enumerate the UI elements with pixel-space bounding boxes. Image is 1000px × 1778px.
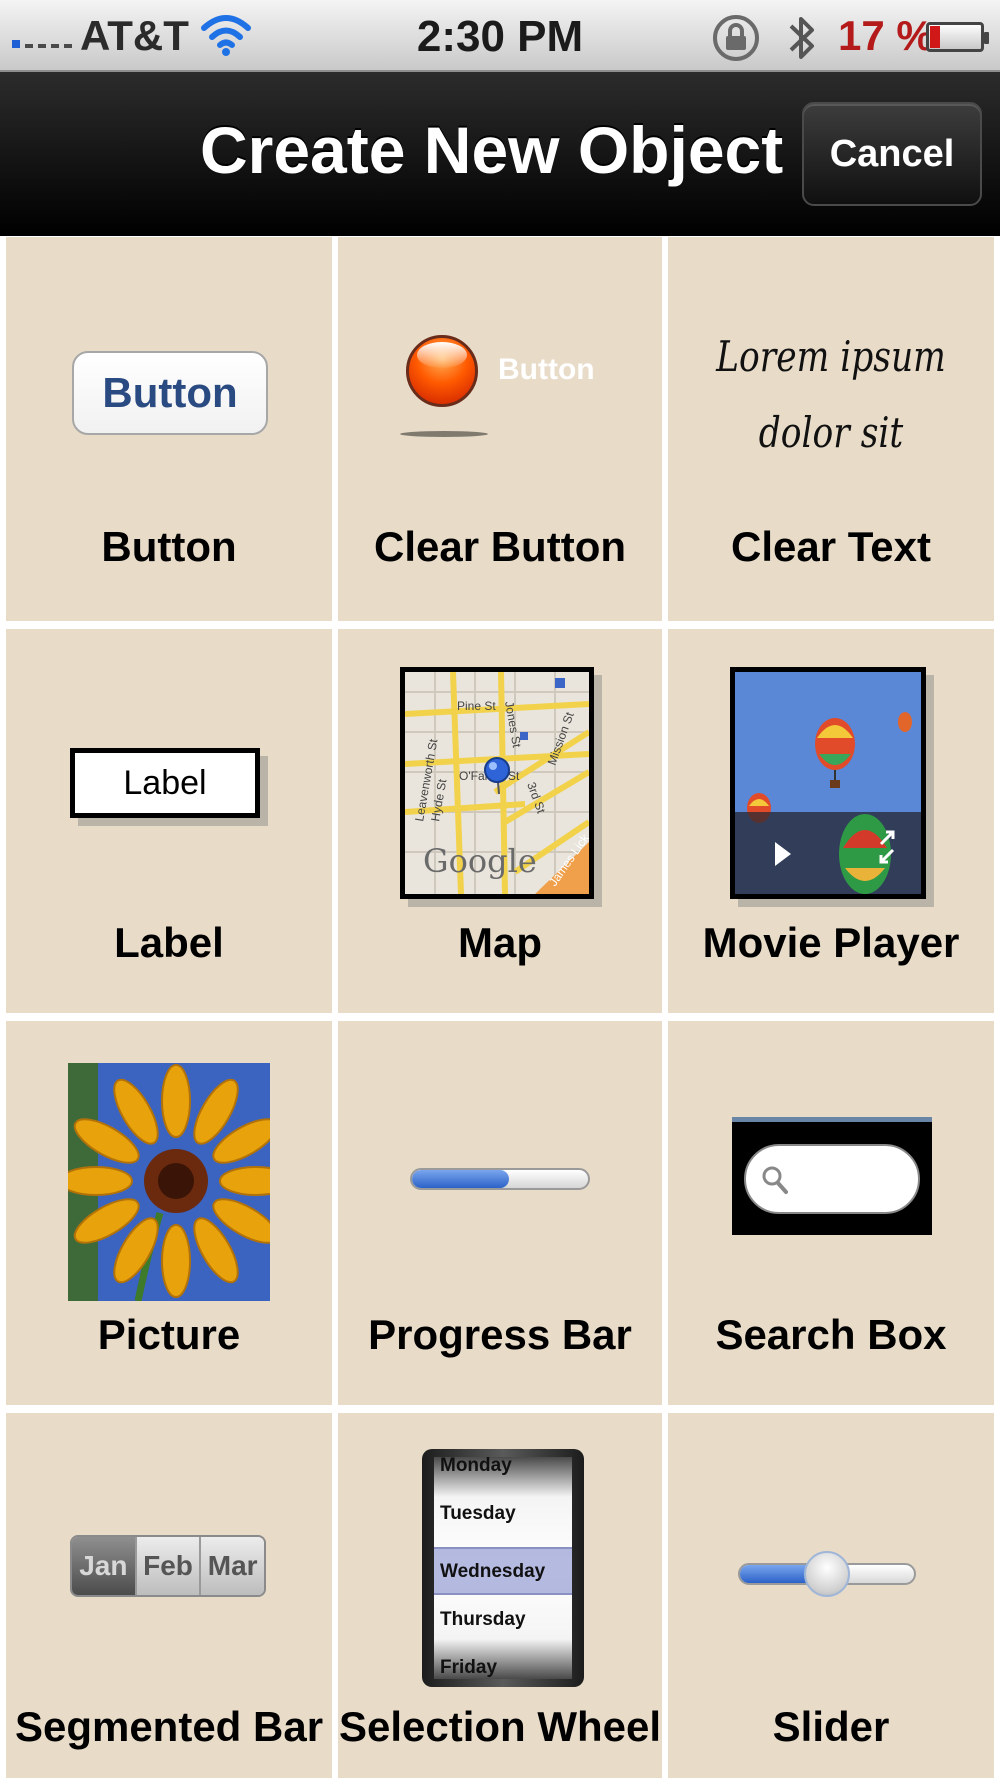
slider-preview [738, 1551, 916, 1597]
picker-option: Tuesday [440, 1503, 516, 1524]
page-title: Create New Object [200, 113, 784, 187]
cancel-button[interactable]: Cancel [802, 102, 982, 206]
search-icon [762, 1166, 788, 1194]
battery-level-fill [930, 26, 940, 48]
object-label: Clear Button [374, 523, 626, 570]
segment-feb: Feb [134, 1537, 200, 1595]
map-preview: Pine St Leavenworth St Hyde St O'Farrell… [400, 667, 594, 899]
orb-shadow [400, 431, 488, 437]
text-preview: Lorem ipsum dolor sit [716, 332, 946, 457]
orb-button-preview [406, 335, 478, 407]
segment-jan: Jan [72, 1537, 135, 1595]
object-tile-progress-bar[interactable]: Progress Bar [338, 1021, 662, 1405]
picker-option-selected: Wednesday [440, 1561, 546, 1582]
object-label: Segmented Bar [14, 1703, 324, 1750]
object-label: Selection Wheel [338, 1703, 662, 1750]
label-preview: Label [70, 748, 260, 818]
object-label: Map [458, 919, 542, 966]
picker-option: Friday [440, 1657, 498, 1678]
rounded-button-preview: Button [72, 351, 268, 435]
battery-icon [926, 22, 989, 52]
object-label: Slider [772, 1703, 890, 1750]
progress-bar-fill [412, 1170, 509, 1188]
object-tile-button[interactable]: Button Button [6, 237, 332, 621]
object-label: Search Box [715, 1311, 947, 1358]
map-pin-icon [484, 757, 510, 783]
object-tile-selection-wheel[interactable]: Monday Tuesday Wednesday Thursday Friday… [338, 1413, 662, 1778]
object-tile-search-box[interactable]: Search Box [668, 1021, 994, 1405]
progress-bar-preview [410, 1168, 590, 1190]
object-label: Label [114, 919, 224, 966]
object-tile-clear-button[interactable]: Button Clear Button [338, 237, 662, 621]
object-tile-label[interactable]: Label Label [6, 629, 332, 1013]
segmented-control-preview: Jan Feb Mar [70, 1535, 266, 1597]
object-label: Clear Text [731, 523, 931, 570]
search-box-preview [732, 1117, 932, 1235]
picker-option: Monday [440, 1457, 512, 1476]
battery-percentage: 17 % [838, 12, 934, 59]
movie-player-preview [730, 667, 926, 899]
object-tile-clear-text[interactable]: Lorem ipsum dolor sit Clear Text [668, 237, 994, 621]
navigation-bar: Create New Object Cancel [0, 72, 1000, 236]
bluetooth-icon [786, 10, 818, 71]
object-tile-movie-player[interactable]: Movie Player [668, 629, 994, 1013]
orb-button-text: Button [498, 353, 595, 386]
map-brand: Google [423, 842, 537, 880]
street-label: Pine St [457, 699, 496, 713]
object-tile-segmented-bar[interactable]: Jan Feb Mar Segmented Bar [6, 1413, 332, 1778]
picker-option: Thursday [440, 1609, 526, 1630]
object-tile-map[interactable]: Pine St Leavenworth St Hyde St O'Farrell… [338, 629, 662, 1013]
picker-wheel-preview: Monday Tuesday Wednesday Thursday Friday [422, 1449, 584, 1687]
object-tile-slider[interactable]: Slider [668, 1413, 994, 1778]
object-grid: Button Button Button Clear Button Lorem … [0, 237, 1000, 1778]
object-label: Button [101, 523, 237, 570]
slider-thumb [804, 1551, 850, 1597]
object-label: Progress Bar [368, 1311, 632, 1358]
object-label: Movie Player [702, 919, 960, 966]
object-tile-picture[interactable]: Picture [6, 1021, 332, 1405]
search-field-preview [744, 1144, 920, 1214]
flower-picture-preview [68, 1063, 270, 1301]
status-bar: AT&T 2:30 PM 17 % [0, 0, 1000, 72]
rotation-lock-icon [710, 12, 762, 69]
segment-mar: Mar [199, 1537, 264, 1595]
object-label: Picture [97, 1311, 241, 1358]
